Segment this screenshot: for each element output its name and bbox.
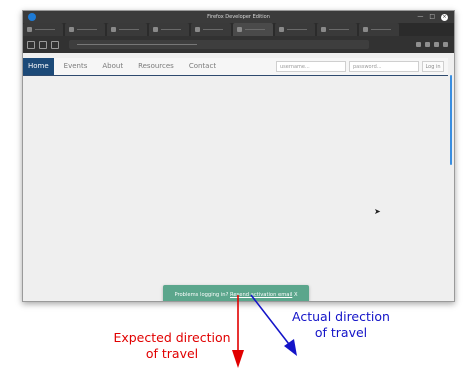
screenshot-stage: Firefox Developer Edition — □ × Home Eve… bbox=[0, 0, 474, 370]
actual-direction-caption: Actual direction of travel bbox=[282, 309, 400, 341]
expected-direction-caption: Expected direction of travel bbox=[102, 330, 242, 362]
actual-caption-line1: Actual direction bbox=[292, 309, 390, 324]
expected-caption-line1: Expected direction bbox=[113, 330, 231, 345]
expected-caption-line2: of travel bbox=[145, 346, 199, 361]
actual-caption-line2: of travel bbox=[314, 325, 368, 340]
direction-arrows bbox=[232, 294, 297, 368]
